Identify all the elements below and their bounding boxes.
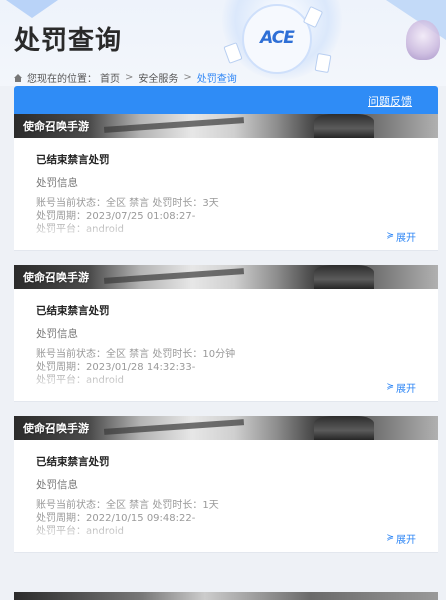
breadcrumb-security-link[interactable]: 安全服务 xyxy=(138,70,178,85)
breadcrumb: 您现在的位置： 首页 > 安全服务 > 处罚查询 xyxy=(14,70,237,85)
detail-account-status: 账号当前状态：全区 禁言 处罚时长：10分钟 xyxy=(36,349,236,360)
game-name: 使命召唤手游 xyxy=(23,120,89,133)
decorative-card-icon xyxy=(314,52,332,74)
record-status: 已结束禁言处罚 xyxy=(36,305,110,317)
banner-artwork xyxy=(314,416,374,440)
breadcrumb-prefix: 您现在的位置： xyxy=(27,74,97,85)
record-body: 已结束禁言处罚 处罚信息 账号当前状态：全区 禁言 处罚时长：10分钟 处罚周期… xyxy=(14,289,438,401)
detail-account-status: 账号当前状态：全区 禁言 处罚时长：3天 xyxy=(36,198,219,209)
punishment-record: 使命召唤手游 已结束禁言处罚 处罚信息 账号当前状态：全区 禁言 处罚时长：10… xyxy=(14,265,438,402)
record-details: 账号当前状态：全区 禁言 处罚时长：3天 处罚周期：2023/07/25 01:… xyxy=(36,197,416,235)
record-subtitle: 处罚信息 xyxy=(36,328,78,340)
ace-logo: ACE xyxy=(260,28,295,48)
detail-account-status: 账号当前状态：全区 禁言 处罚时长：1天 xyxy=(36,500,219,511)
expand-label: 展开 xyxy=(396,233,416,244)
expand-button[interactable]: ≽ 展开 xyxy=(386,229,416,245)
game-name: 使命召唤手游 xyxy=(23,422,89,435)
record-details: 账号当前状态：全区 禁言 处罚时长：10分钟 处罚周期：2023/01/28 1… xyxy=(36,348,416,386)
detail-platform: 处罚平台：android xyxy=(36,526,124,537)
record-subtitle: 处罚信息 xyxy=(36,177,78,189)
expand-button[interactable]: ≽ 展开 xyxy=(386,380,416,396)
chevron-down-icon: ≽ xyxy=(386,382,394,392)
expand-button[interactable]: ≽ 展开 xyxy=(386,531,416,547)
record-body: 已结束禁言处罚 处罚信息 账号当前状态：全区 禁言 处罚时长：3天 处罚周期：2… xyxy=(14,138,438,250)
action-bar: 问题反馈 xyxy=(14,86,438,114)
banner-artwork xyxy=(103,268,245,284)
mascot-image xyxy=(406,20,440,60)
banner-artwork xyxy=(103,117,245,133)
next-record-banner xyxy=(14,592,438,600)
record-status: 已结束禁言处罚 xyxy=(36,154,110,166)
breadcrumb-separator: > xyxy=(183,72,192,83)
game-name: 使命召唤手游 xyxy=(23,271,89,284)
punishment-list: 使命召唤手游 已结束禁言处罚 处罚信息 账号当前状态：全区 禁言 处罚时长：3天… xyxy=(14,114,438,567)
banner-artwork xyxy=(103,419,245,435)
detail-period: 处罚周期：2022/10/15 09:48:22- xyxy=(36,513,196,524)
home-icon xyxy=(14,73,22,82)
punishment-record: 使命召唤手游 已结束禁言处罚 处罚信息 账号当前状态：全区 禁言 处罚时长：1天… xyxy=(14,416,438,553)
page-header: ACE 处罚查询 您现在的位置： 首页 > 安全服务 > 处罚查询 xyxy=(0,0,446,86)
record-status: 已结束禁言处罚 xyxy=(36,456,110,468)
detail-period: 处罚周期：2023/01/28 14:32:33- xyxy=(36,362,196,373)
chevron-down-icon: ≽ xyxy=(386,231,394,241)
punishment-record: 使命召唤手游 已结束禁言处罚 处罚信息 账号当前状态：全区 禁言 处罚时长：3天… xyxy=(14,114,438,251)
game-banner: 使命召唤手游 xyxy=(14,416,438,440)
game-banner: 使命召唤手游 xyxy=(14,114,438,138)
record-subtitle: 处罚信息 xyxy=(36,479,78,491)
expand-label: 展开 xyxy=(396,384,416,395)
detail-platform: 处罚平台：android xyxy=(36,224,124,235)
expand-label: 展开 xyxy=(396,535,416,546)
decorative-shape xyxy=(6,0,58,18)
detail-platform: 处罚平台：android xyxy=(36,375,124,386)
record-body: 已结束禁言处罚 处罚信息 账号当前状态：全区 禁言 处罚时长：1天 处罚周期：2… xyxy=(14,440,438,552)
breadcrumb-separator: > xyxy=(125,72,134,83)
banner-artwork xyxy=(314,114,374,138)
breadcrumb-home-link[interactable]: 首页 xyxy=(100,70,120,85)
breadcrumb-current[interactable]: 处罚查询 xyxy=(197,70,237,85)
record-details: 账号当前状态：全区 禁言 处罚时长：1天 处罚周期：2022/10/15 09:… xyxy=(36,499,416,537)
detail-period: 处罚周期：2023/07/25 01:08:27- xyxy=(36,211,196,222)
feedback-link[interactable]: 问题反馈 xyxy=(368,93,412,109)
chevron-down-icon: ≽ xyxy=(386,533,394,543)
page-title: 处罚查询 xyxy=(14,26,123,56)
banner-artwork xyxy=(314,265,374,289)
game-banner: 使命召唤手游 xyxy=(14,265,438,289)
